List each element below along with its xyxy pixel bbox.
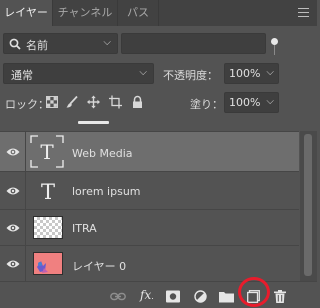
filter-toggle-dot[interactable] <box>271 38 278 45</box>
tab-channels[interactable]: チャンネル <box>53 0 117 26</box>
mask-icon[interactable] <box>166 290 180 303</box>
scrollbar-thumb[interactable] <box>304 134 312 276</box>
layer-thumbnail[interactable]: T <box>30 135 64 168</box>
lock-transparent-pixels-icon[interactable] <box>46 95 58 109</box>
fill-value: 100% <box>229 96 261 109</box>
adjustment-icon[interactable] <box>194 290 207 303</box>
layer-thumbnail[interactable] <box>33 252 63 275</box>
layer-name: レイヤー 0 <box>72 260 127 273</box>
search-icon <box>9 38 21 50</box>
blend-mode-label: 通常 <box>11 69 33 82</box>
layer-row-itra[interactable]: ITRA <box>0 209 299 246</box>
fx-icon[interactable]: fx. <box>140 288 154 302</box>
panel-tab-bar: レイヤー チャンネル パス <box>0 0 317 26</box>
brush-icon[interactable] <box>66 95 78 109</box>
chevron-down-icon: ⌵ <box>103 37 111 48</box>
layer-row-web-media[interactable]: T Web Media <box>0 131 299 172</box>
chevron-down-icon: ⌵ <box>266 67 274 78</box>
layer-thumbnail[interactable] <box>33 216 63 239</box>
text-layer-icon: T <box>41 180 55 204</box>
opacity-field[interactable]: 100% ⌵ <box>224 63 279 84</box>
lock-indicator-bar <box>78 121 109 124</box>
lock-all-icon[interactable] <box>132 95 143 109</box>
layer-thumbnail[interactable]: T <box>35 180 61 204</box>
svg-text:T: T <box>40 140 54 164</box>
filter-kind-label: 名前 <box>26 39 48 52</box>
column-divider <box>25 132 26 172</box>
layer-row-layer-0[interactable]: レイヤー 0 <box>0 245 299 282</box>
eye-icon[interactable] <box>6 223 20 233</box>
layer-row-lorem-ipsum[interactable]: T lorem ipsum <box>0 171 299 210</box>
lock-label: ロック： <box>5 98 49 111</box>
link-icon[interactable] <box>110 290 126 303</box>
layer-name: lorem ipsum <box>72 185 141 198</box>
image-thumbnail-art <box>37 261 48 273</box>
highlight-circle <box>238 277 270 307</box>
filter-toggle-stem <box>274 45 275 55</box>
layer-name: ITRA <box>72 222 97 235</box>
column-divider <box>25 172 26 210</box>
artboard-lock-icon[interactable] <box>109 95 122 109</box>
eye-icon[interactable] <box>6 259 20 269</box>
layers-list: T Web Media T lorem ipsum ITRA レイヤー 0 <box>0 131 299 282</box>
chevron-down-icon: ⌵ <box>139 67 147 78</box>
svg-text:T: T <box>41 180 55 202</box>
column-divider <box>25 246 26 282</box>
fill-label: 塗り： <box>190 98 223 111</box>
text-layer-icon: T <box>30 135 64 168</box>
tab-divider <box>158 0 159 26</box>
eye-icon[interactable] <box>6 147 20 157</box>
tab-layers[interactable]: レイヤー <box>0 0 52 26</box>
blend-mode-select[interactable]: 通常 ⌵ <box>3 63 154 84</box>
folder-icon[interactable] <box>219 290 234 303</box>
filter-kind-select[interactable]: 名前 ⌵ <box>3 33 118 54</box>
column-divider <box>25 210 26 246</box>
layers-scrollbar[interactable] <box>300 131 317 281</box>
layer-name: Web Media <box>72 147 133 160</box>
move-icon[interactable] <box>87 95 100 109</box>
eye-icon[interactable] <box>6 186 20 196</box>
chevron-down-icon: ⌵ <box>266 96 274 107</box>
opacity-label: 不透明度： <box>163 69 218 82</box>
panel-menu-icon[interactable] <box>298 8 309 17</box>
opacity-value: 100% <box>229 67 261 80</box>
fill-field[interactable]: 100% ⌵ <box>224 92 279 113</box>
tab-paths[interactable]: パス <box>118 0 158 26</box>
trash-icon[interactable] <box>274 290 286 303</box>
filter-search-input[interactable] <box>121 33 266 54</box>
